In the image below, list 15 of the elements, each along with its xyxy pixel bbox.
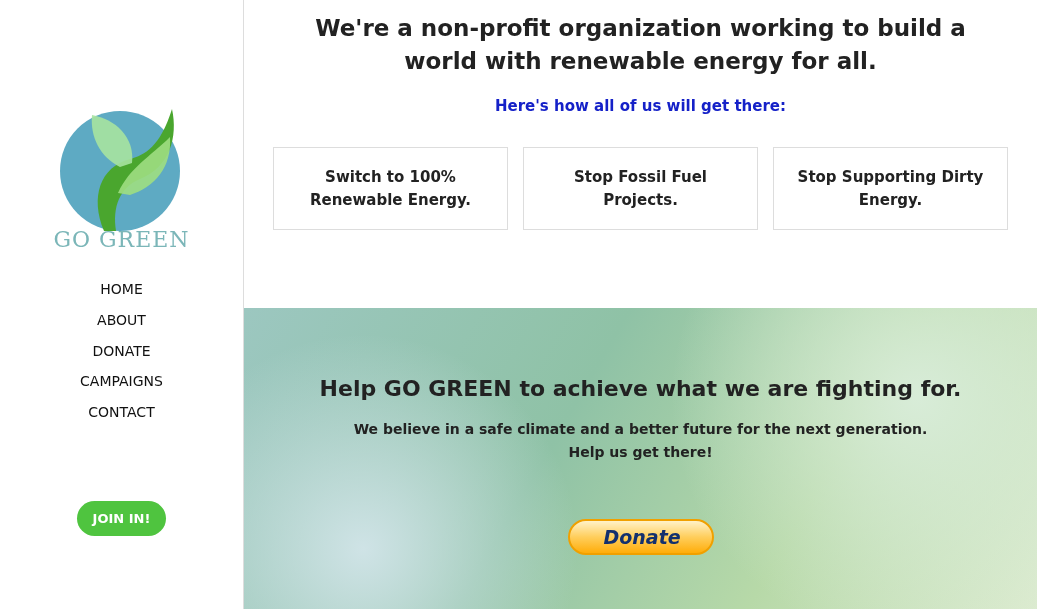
nav-link[interactable]: ABOUT [89, 307, 154, 333]
goal-card: Switch to 100% Renewable Energy. [273, 147, 508, 231]
logo-text: GO GREEN [53, 229, 190, 251]
mission-heading: We're a non-profit organization working to build a world with renewable energy for all. [314, 14, 967, 77]
nav-link[interactable]: DONATE [84, 338, 159, 364]
hero-heading: Help GO GREEN to achieve what we are fighting for. [319, 376, 962, 403]
nav-link[interactable]: CAMPAIGNS [72, 369, 171, 395]
donate-button[interactable]: Donate [567, 518, 714, 556]
subheading: Here's how all of us will get there: [495, 95, 786, 117]
goal-card: Stop Supporting Dirty Energy. [773, 147, 1008, 231]
nav-link[interactable]: CONTACT [80, 400, 163, 425]
nav-link[interactable]: HOME [92, 277, 151, 302]
hero-text: Help us get there! [568, 443, 713, 463]
goal-card: Stop Fossil Fuel Projects. [523, 147, 758, 231]
hero-text: We believe in a safe climate and a better future for the next generation. [353, 420, 928, 440]
